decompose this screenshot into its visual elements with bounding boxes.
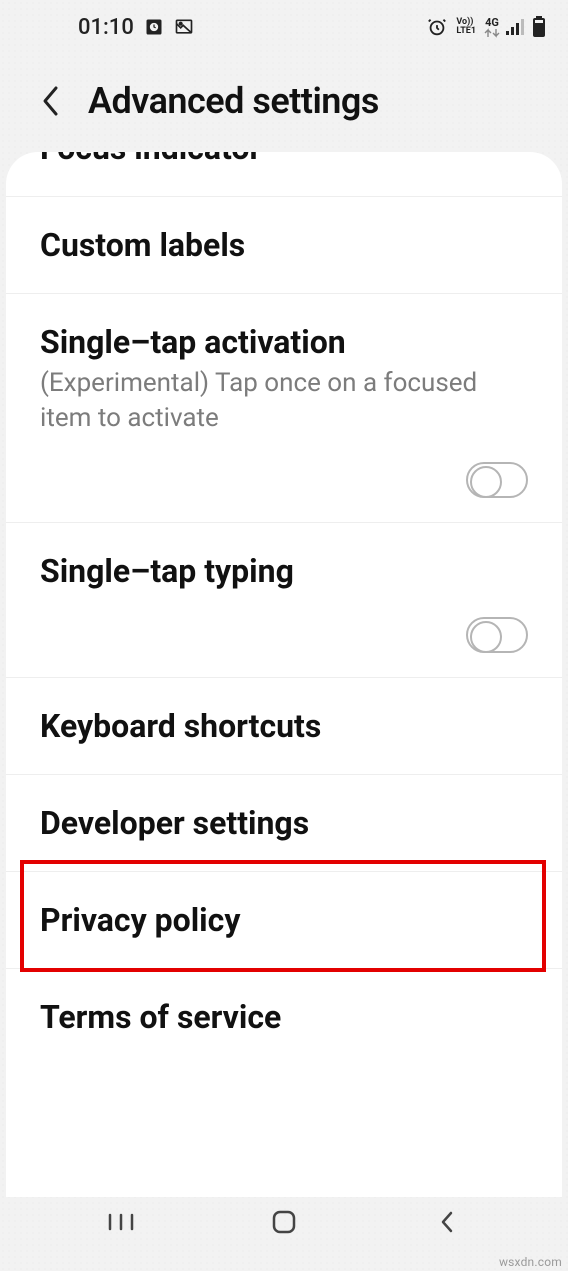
- row-title: Privacy policy: [40, 900, 528, 940]
- row-title: Developer settings: [40, 803, 528, 843]
- nav-back-button[interactable]: [430, 1205, 464, 1239]
- toggle-single-tap-typing[interactable]: [466, 617, 528, 653]
- volte-icon: Vo)) LTE1: [456, 18, 476, 36]
- row-subtitle: (Experimental) Tap once on a focused ite…: [40, 366, 528, 436]
- mobile-data-icon: 4G: [484, 17, 500, 38]
- row-title: Custom labels: [40, 225, 528, 265]
- row-developer-settings[interactable]: Developer settings: [6, 775, 562, 872]
- watermark: wsxdn.com: [499, 1255, 562, 1269]
- row-keyboard-shortcuts[interactable]: Keyboard shortcuts: [6, 678, 562, 775]
- toggle-single-tap-activation[interactable]: [466, 462, 528, 498]
- screenshot-icon: [174, 17, 194, 37]
- row-title: Single–tap activation: [40, 322, 528, 362]
- row-terms-of-service[interactable]: Terms of service: [6, 969, 562, 1065]
- status-left: 01:10: [78, 15, 194, 40]
- row-focus-indicator[interactable]: Focus indicator: [6, 152, 562, 197]
- status-right: Vo)) LTE1 4G: [426, 16, 546, 38]
- settings-card: Focus indicator Custom labels Single–tap…: [6, 152, 562, 1197]
- row-single-tap-activation[interactable]: Single–tap activation (Experimental) Tap…: [6, 294, 562, 523]
- page-title: Advanced settings: [88, 80, 379, 122]
- signal-icon: [506, 18, 526, 36]
- battery-icon: [532, 16, 546, 38]
- nav-bar: [0, 1191, 568, 1253]
- alarm-set-icon: [144, 17, 164, 37]
- header: Advanced settings: [0, 54, 568, 152]
- row-title: Single–tap typing: [40, 551, 528, 591]
- back-button[interactable]: [34, 84, 68, 118]
- row-custom-labels[interactable]: Custom labels: [6, 197, 562, 294]
- status-time: 01:10: [78, 15, 134, 40]
- status-bar: 01:10 Vo)) LTE1 4G: [0, 0, 568, 54]
- row-title: Terms of service: [40, 997, 528, 1037]
- nav-recents-button[interactable]: [104, 1205, 138, 1239]
- alarm-icon: [426, 16, 448, 38]
- nav-home-button[interactable]: [267, 1205, 301, 1239]
- row-title: Keyboard shortcuts: [40, 706, 528, 746]
- row-title: Focus indicator: [40, 152, 528, 168]
- row-privacy-policy[interactable]: Privacy policy: [6, 872, 562, 969]
- row-single-tap-typing[interactable]: Single–tap typing: [6, 523, 562, 678]
